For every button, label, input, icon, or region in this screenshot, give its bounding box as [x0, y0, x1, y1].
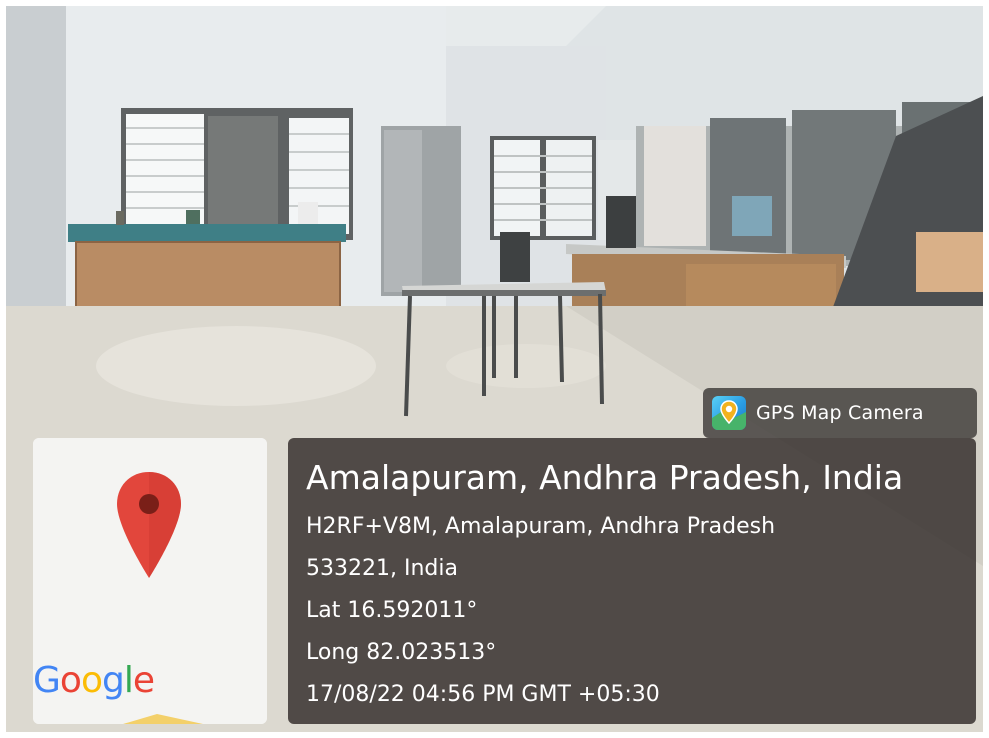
google-logo-letter: e	[132, 660, 155, 701]
app-name-label: GPS Map Camera	[756, 402, 924, 424]
google-logo-letter: G	[33, 660, 61, 701]
location-title: Amalapuram, Andhra Pradesh, India	[306, 458, 904, 497]
google-logo: Google	[33, 660, 155, 701]
google-logo-letter: g	[101, 660, 125, 701]
google-logo-letter: o	[59, 660, 82, 701]
address-line-2: 533221, India	[306, 556, 458, 581]
address-line-1: H2RF+V8M, Amalapuram, Andhra Pradesh	[306, 514, 776, 539]
google-logo-letter: l	[123, 660, 134, 701]
latitude: Lat 16.592011°	[306, 598, 478, 623]
map-thumbnail: Google	[33, 438, 267, 724]
gps-map-camera-badge: GPS Map Camera	[703, 388, 977, 438]
google-logo-letter: o	[80, 660, 103, 701]
longitude: Long 82.023513°	[306, 640, 497, 665]
datetime: 17/08/22 04:56 PM GMT +05:30	[306, 682, 660, 707]
map-pin-icon	[712, 396, 746, 430]
lab-room-photo: GPS Map Camera Google Amalapuram, Andhra…	[6, 6, 983, 732]
location-info-panel: Amalapuram, Andhra Pradesh, India H2RF+V…	[288, 438, 976, 724]
